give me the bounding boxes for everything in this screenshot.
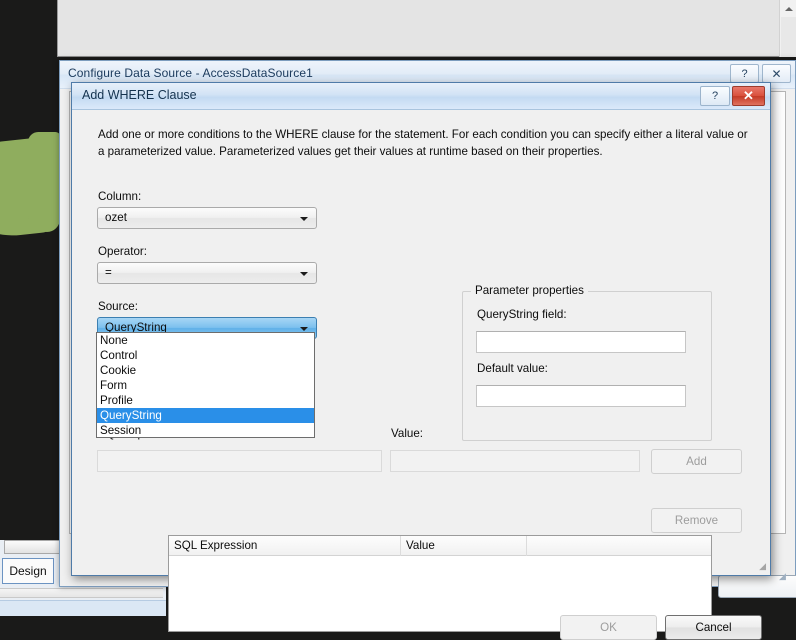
remove-button[interactable]: Remove [651,508,742,533]
help-icon: ? [741,68,747,80]
help-button[interactable]: ? [700,86,730,106]
ide-background-panel [57,0,796,57]
add-where-clause-dialog: Add WHERE Clause ? ✕ Add one or more con… [71,82,771,576]
ok-button-label: OK [600,621,617,634]
source-label: Source: [98,300,138,313]
resize-grip-outer[interactable]: ◢ [779,570,791,582]
ok-button[interactable]: OK [560,615,657,640]
operator-combobox[interactable]: = [97,262,317,284]
add-button[interactable]: Add [651,449,742,474]
source-option-none[interactable]: None [97,333,314,348]
tab-design-label: Design [9,564,46,578]
value-input[interactable] [390,450,640,472]
cancel-button-label: Cancel [695,621,731,634]
configure-data-source-title: Configure Data Source - AccessDataSource… [68,66,313,80]
source-option-label: Session [100,424,141,437]
source-option-label: Control [100,349,137,362]
help-button-outer[interactable]: ? [730,64,759,83]
clause-list-header: SQL Expression Value [169,536,711,556]
designer-status-strip [0,600,166,616]
column-combobox[interactable]: ozet [97,207,317,229]
source-option-querystring[interactable]: QueryString [97,408,314,423]
clause-column-value[interactable]: Value [401,536,527,556]
source-dropdown-list[interactable]: None Control Cookie Form Profile QueryString S… [96,332,315,438]
querystring-field-label: QueryString field: [477,308,567,321]
scrollbar-thumb[interactable] [781,17,796,57]
source-option-profile[interactable]: Profile [97,393,314,408]
help-icon: ? [712,90,718,102]
close-button[interactable]: ✕ [732,86,765,106]
scroll-up-arrow-icon[interactable] [781,1,796,16]
source-option-label: Form [100,379,127,392]
querystring-field-input[interactable] [476,331,686,353]
designer-splitter [0,588,163,598]
chevron-down-icon [300,272,308,276]
operator-label: Operator: [98,245,147,258]
clause-column-extra[interactable] [527,536,711,556]
chevron-down-icon [300,327,308,331]
operator-combobox-value: = [105,266,112,279]
column-label: Column: [98,190,141,203]
green-decorative-shape-2 [28,132,60,232]
source-option-label: Profile [100,394,133,407]
sql-expression-input[interactable] [97,450,382,472]
default-value-label: Default value: [477,362,548,375]
source-option-label: None [100,334,128,347]
add-where-clause-title: Add WHERE Clause [82,88,197,102]
tab-design[interactable]: Design [2,558,54,584]
source-option-label: Cookie [100,364,136,377]
source-option-label: QueryString [100,409,162,422]
column-combobox-value: ozet [105,211,127,224]
ide-vertical-scrollbar[interactable] [779,0,796,57]
chevron-down-icon [300,217,308,221]
add-button-label: Add [686,455,707,468]
source-option-control[interactable]: Control [97,348,314,363]
parameter-properties-title: Parameter properties [471,284,588,297]
value-label: Value: [391,427,423,440]
default-value-input[interactable] [476,385,686,407]
close-icon: ✕ [743,88,754,104]
close-icon: ✕ [771,67,781,81]
close-button-outer[interactable]: ✕ [762,64,791,83]
source-option-cookie[interactable]: Cookie [97,363,314,378]
source-option-session[interactable]: Session [97,423,314,438]
source-option-form[interactable]: Form [97,378,314,393]
resize-grip[interactable]: ◢ [759,561,766,572]
dialog-description: Add one or more conditions to the WHERE … [98,126,754,160]
cancel-button[interactable]: Cancel [665,615,762,640]
remove-button-label: Remove [675,514,718,527]
clause-column-sql-expression[interactable]: SQL Expression [169,536,401,556]
add-where-clause-titlebar[interactable]: Add WHERE Clause ? ✕ [72,83,770,110]
